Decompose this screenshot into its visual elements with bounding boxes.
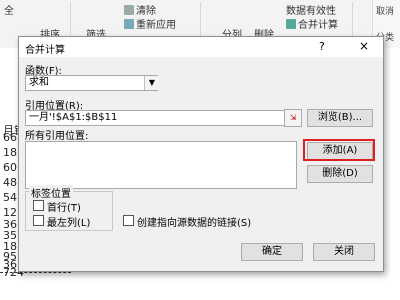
all-references-label: 所有引用位置: — [25, 131, 89, 142]
ribbon-item-select-all[interactable]: 全 — [4, 2, 14, 17]
top-row-label: 首行(T) — [47, 203, 81, 214]
reference-value: 一月'!$A$1:$B$11 — [29, 112, 118, 123]
function-value: 求和 — [29, 77, 49, 88]
function-dropdown[interactable]: 求和 ▼ — [25, 75, 159, 91]
ribbon-item-data-validation[interactable]: 数据有效性 — [286, 2, 336, 17]
cell-value[interactable]: 18 — [3, 146, 17, 159]
clear-icon — [124, 5, 134, 15]
ok-button[interactable]: 确定 — [241, 243, 303, 261]
dialog-title-bar[interactable]: 合并计算 ? × — [19, 37, 383, 57]
ribbon-item-ungroup[interactable]: 取消 — [376, 4, 394, 17]
close-button[interactable]: 关闭 — [313, 243, 375, 261]
dialog-title: 合并计算 — [25, 45, 65, 56]
link-source-checkbox[interactable] — [123, 215, 134, 226]
consolidate-icon — [286, 19, 296, 29]
ribbon-item-reapply[interactable]: 重新应用 — [124, 16, 176, 31]
help-button[interactable]: ? — [319, 40, 325, 53]
chevron-down-icon[interactable]: ▼ — [144, 76, 159, 90]
cell-value[interactable]: 54 — [3, 191, 17, 204]
ribbon-item-consolidate[interactable]: 合并计算 — [286, 16, 338, 31]
ribbon-item-clear[interactable]: 清除 — [124, 2, 156, 17]
cell-value[interactable]: 60 — [3, 161, 17, 174]
reapply-icon — [124, 19, 134, 29]
collapse-dialog-icon[interactable]: ⇲ — [284, 109, 302, 127]
consolidate-dialog: 合并计算 ? × 函数(F): 求和 ▼ 引用位置(R): 一月'!$A$1:$… — [18, 36, 384, 272]
cell-value[interactable]: 66 — [3, 131, 17, 144]
ribbon-item-reapply-label: 重新应用 — [136, 20, 176, 31]
cell-value[interactable]: 48 — [3, 176, 17, 189]
highlight-annotation — [303, 139, 375, 161]
ribbon-item-consolidate-label: 合并计算 — [298, 20, 338, 31]
all-references-list[interactable] — [25, 141, 297, 189]
browse-button[interactable]: 浏览(B)... — [307, 109, 373, 127]
left-column-checkbox[interactable] — [33, 215, 44, 226]
close-icon[interactable]: × — [359, 39, 369, 53]
label-position-title: 标签位置 — [29, 185, 73, 200]
reference-input[interactable]: 一月'!$A$1:$B$11 — [25, 110, 286, 126]
left-column-label: 最左列(L) — [47, 218, 91, 229]
delete-button[interactable]: 删除(D) — [307, 165, 373, 183]
link-source-label: 创建指向源数据的链接(S) — [137, 218, 252, 229]
top-row-checkbox[interactable] — [33, 200, 44, 211]
